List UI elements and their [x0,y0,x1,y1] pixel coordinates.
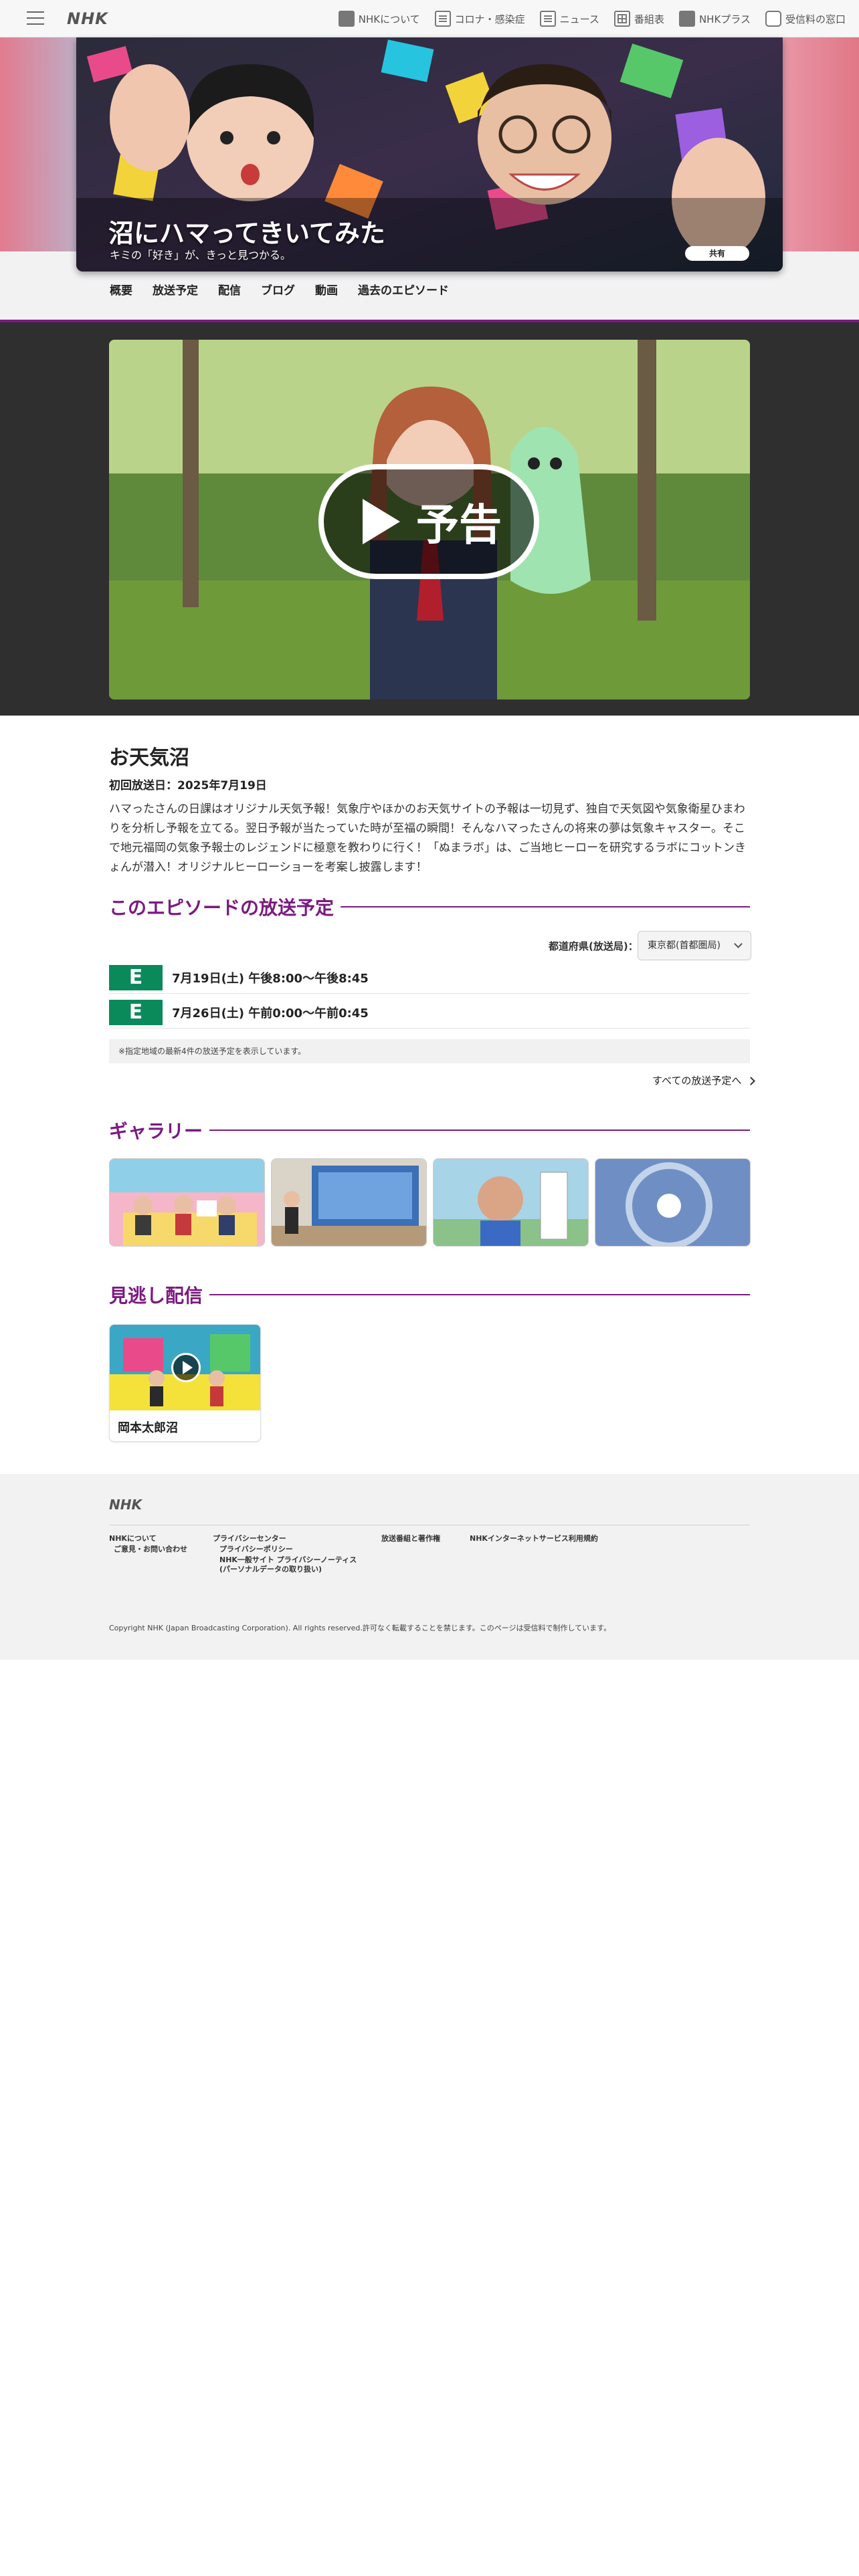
gallery-image-1[interactable] [109,1158,265,1247]
play-trailer-button[interactable]: 予告 [318,464,539,579]
play-icon[interactable] [171,1353,201,1382]
heading-rule [209,1294,750,1295]
schedule-note: ※指定地域の最新4件の放送予定を表示しています。 [109,1039,750,1063]
tab-blog[interactable]: ブログ [261,281,295,298]
nhk-box-icon [338,11,355,27]
episode-title: お天気沼 [109,746,189,770]
gnav-item-news[interactable]: ニュース [539,11,599,27]
nhk-logo[interactable]: NHK [67,9,108,28]
program-nav: 概要 放送予定 配信 ブログ 動画 過去のエピソード [110,281,449,298]
schedule-section-header: このエピソードの放送予定 [109,893,750,920]
schedule-time[interactable]: 7月26日(土) 午前0:00〜午前0:45 [172,1004,369,1021]
footer-link-about[interactable]: NHKについて [109,1534,157,1543]
schedule-row[interactable]: E 7月19日(土) 午後8:00〜午後8:45 [109,962,750,994]
missed-heading: 見逃し配信 [109,1285,203,1307]
hero-key-visual: 沼にハマってきいてみた キミの「好き」が、きっと見つかる。 共有 [76,37,783,272]
gnav-item-reception-fee[interactable]: 受信料の窓口 [765,11,846,27]
nhk-plus-icon [678,11,695,27]
gallery-image-3[interactable] [433,1158,589,1247]
chevron-right-icon [747,1077,756,1085]
gnav-item-corona[interactable]: コロナ・感染症 [434,11,525,27]
channel-e-badge: E [109,999,163,1025]
program-table-icon [613,11,630,27]
global-nav: NHKについて コロナ・感染症 ニュース 番組表 NHKプラス 受信料の窓口 [338,0,846,37]
all-schedules-link[interactable]: すべての放送予定へ [652,1073,756,1087]
global-header: NHK NHKについて コロナ・感染症 ニュース 番組表 NHKプラス 受信料の… [0,0,859,37]
gallery-image-2[interactable] [271,1158,427,1247]
program-title: 沼にハマってきいてみた [108,219,385,248]
gnav-item-about[interactable]: NHKについて [338,11,420,27]
gnav-item-nhk-plus[interactable]: NHKプラス [678,11,751,27]
corona-icon [434,11,451,27]
gallery-heading: ギャラリー [109,1120,203,1142]
episode-description: ハマったさんの日課はオリジナル天気予報！気象庁やほかのお天気サイトの予報は一切見… [109,802,746,874]
gallery-thumbnail [110,1159,264,1246]
missed-episode-title: 岡本太郎沼 [118,1421,178,1435]
tv-icon [765,11,781,27]
copyright-text: Copyright NHK (Japan Broadcasting Corpor… [109,1624,611,1632]
footer: NHK NHKについて ご意見・お問い合わせ プライバシーセンター プライバシー… [0,1474,859,1660]
footer-link-copyright[interactable]: 放送番組と著作権 [381,1534,440,1543]
tab-past-episodes[interactable]: 過去のエピソード [358,281,449,298]
footer-link-privacy-center[interactable]: プライバシーセンター [213,1534,286,1543]
footer-nhk-logo[interactable]: NHK [109,1497,142,1513]
footer-link-privacy-notice[interactable]: NHK一般サイト プライバシーノーティス [219,1555,357,1565]
heading-rule [209,1130,750,1131]
region-label: 都道府県(放送局)： [549,940,638,952]
heading-rule [341,906,750,907]
episode-first-air-date: 初回放送日：2025年7月19日 [109,779,267,792]
footer-link-contact[interactable]: ご意見・お問い合わせ [114,1545,187,1554]
gallery-thumbnail [595,1159,750,1246]
tab-videos[interactable]: 動画 [315,281,338,298]
tab-overview[interactable]: 概要 [110,281,132,298]
channel-e-badge: E [109,964,163,990]
chevron-down-icon [734,940,743,948]
trailer-video-player[interactable]: 予告 [109,340,750,700]
tab-streaming[interactable]: 配信 [218,281,241,298]
gallery-thumbnail [434,1159,588,1246]
program-subtitle: キミの「好き」が、きっと見つかる。 [110,249,292,261]
hamburger-menu-icon[interactable] [27,11,44,25]
missed-section-header: 見逃し配信 [109,1281,750,1308]
tab-schedule[interactable]: 放送予定 [153,281,198,298]
gallery-thumbnail [272,1159,426,1246]
region-select-value: 東京都(首都圏局) [648,940,721,951]
footer-link-privacy-policy[interactable]: プライバシーポリシー [219,1545,293,1554]
schedule-heading: このエピソードの放送予定 [109,897,335,919]
schedule-row[interactable]: E 7月26日(土) 午前0:00〜午前0:45 [109,996,750,1029]
gnav-item-program-table[interactable]: 番組表 [613,11,664,27]
gallery-section-header: ギャラリー [109,1117,750,1144]
schedule-time[interactable]: 7月19日(土) 午後8:00〜午後8:45 [172,969,369,986]
footer-link-terms[interactable]: NHKインターネットサービス利用規約 [470,1534,598,1543]
footer-link-privacy-notice-sub[interactable]: (パーソナルデータの取り扱い) [219,1565,322,1574]
missed-episode-card[interactable]: 岡本太郎沼 [109,1324,261,1442]
play-label: 予告 [416,501,502,550]
play-icon [363,499,400,544]
share-button[interactable]: 共有 [685,246,749,261]
news-icon [539,11,556,27]
region-select[interactable]: 東京都(首都圏局) [638,931,751,960]
gallery-image-4[interactable] [595,1158,751,1247]
